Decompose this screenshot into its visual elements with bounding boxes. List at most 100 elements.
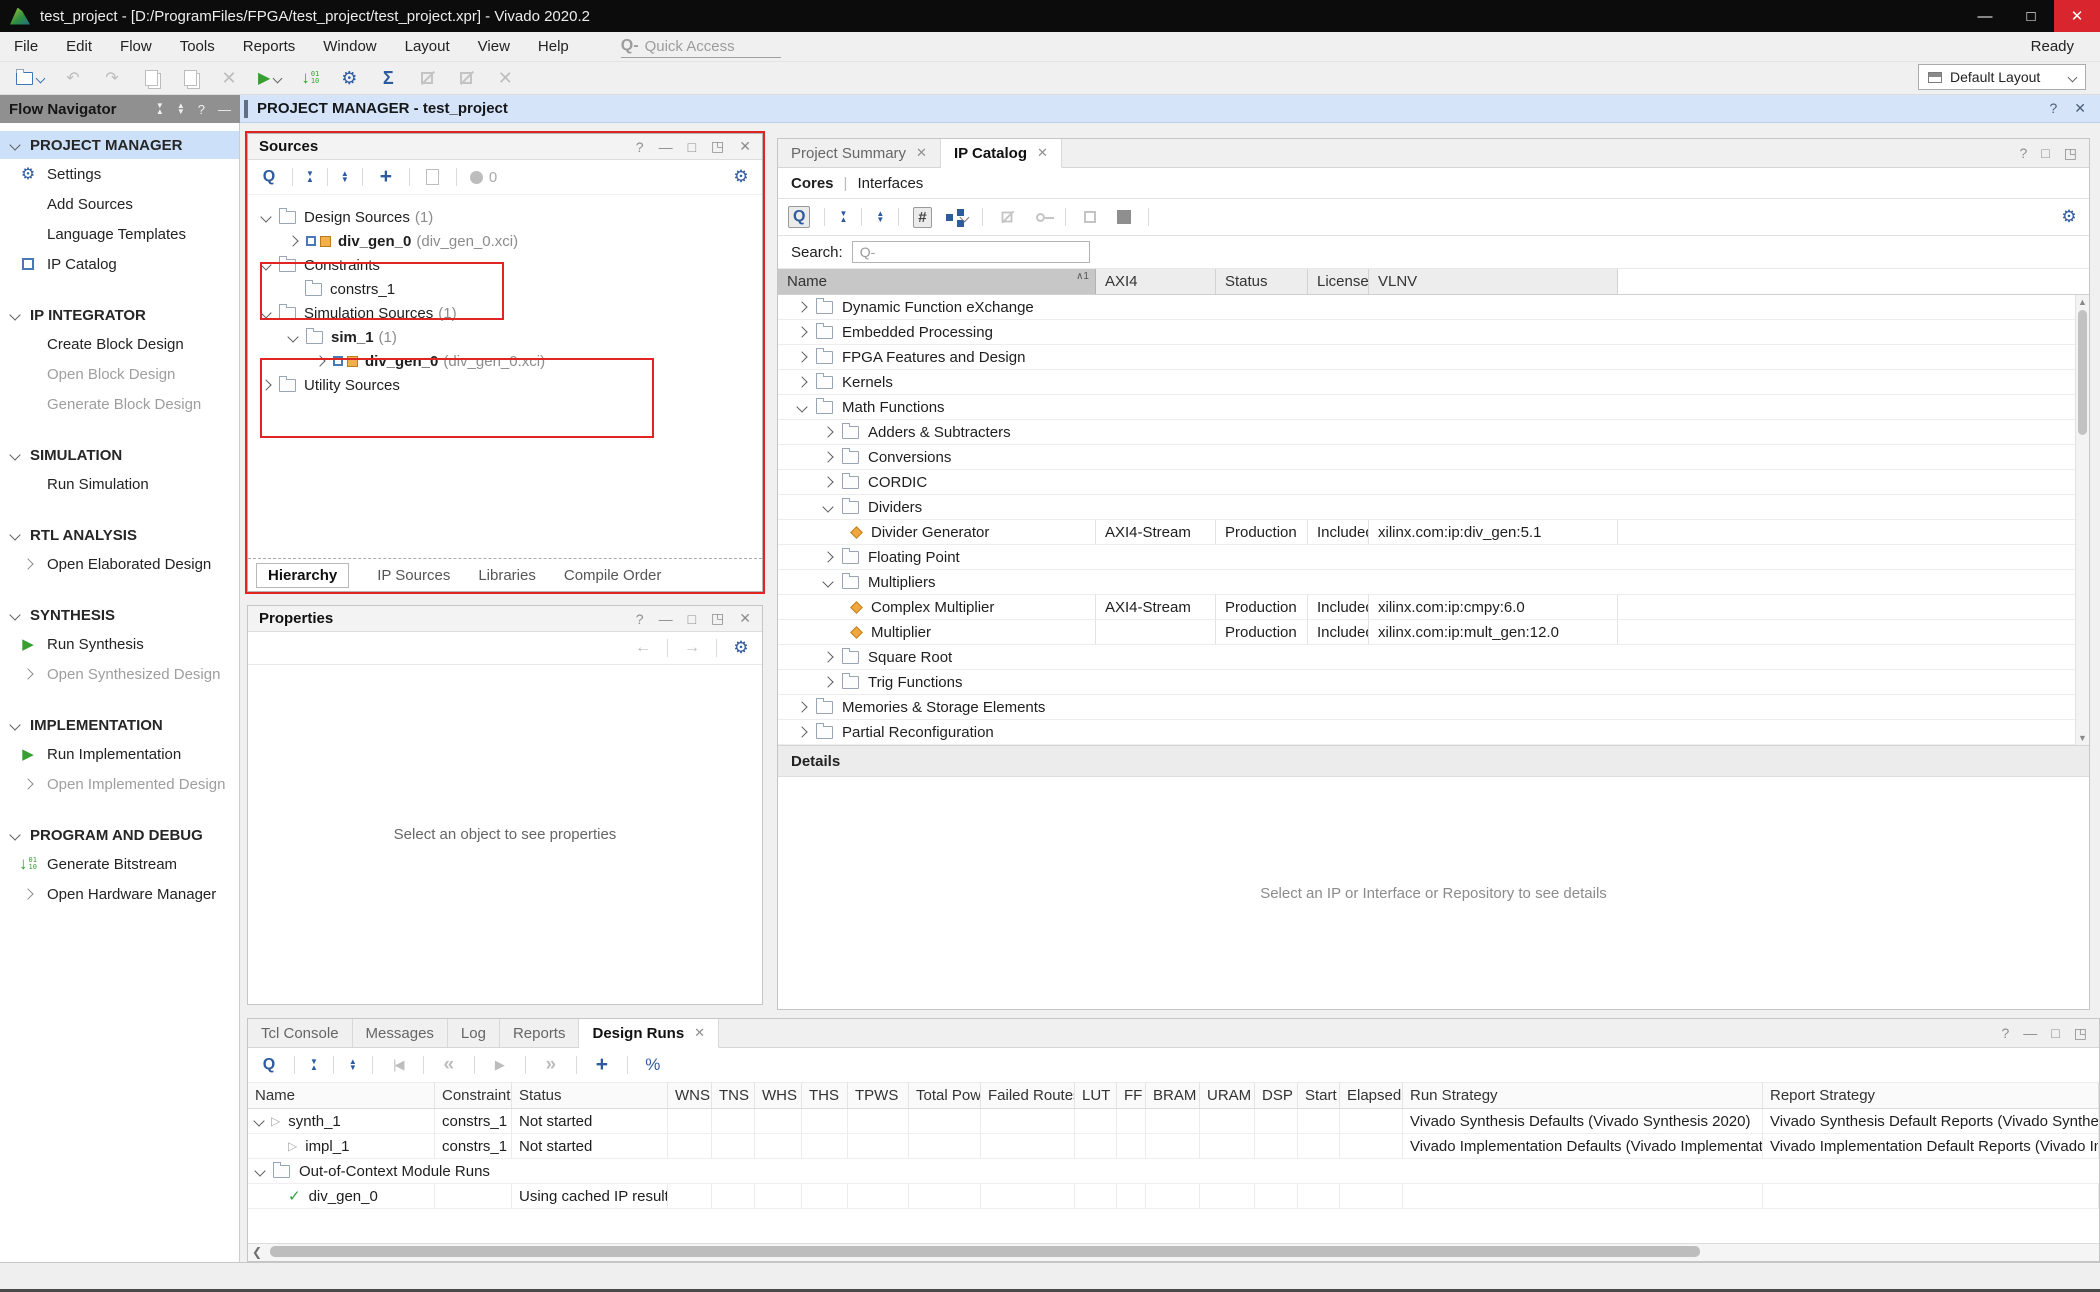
close-panel-icon[interactable]: ✕ [739, 610, 751, 627]
scrollbar-thumb[interactable] [2078, 310, 2087, 435]
table-row-impl-1[interactable]: ▷impl_1 constrs_1 Not started Vivado Imp… [248, 1134, 2099, 1159]
menu-layout[interactable]: Layout [391, 38, 464, 55]
float-panel-icon[interactable]: ◳ [711, 138, 724, 155]
float-panel-icon[interactable]: ◳ [711, 610, 724, 627]
column-header[interactable]: TPWS [848, 1083, 909, 1108]
float-panel-icon[interactable]: ◳ [2064, 145, 2077, 162]
subtab-cores[interactable]: Cores [791, 175, 834, 192]
tab-libraries[interactable]: Libraries [478, 567, 536, 584]
search-icon[interactable]: Q [788, 206, 810, 228]
tab-ip-sources[interactable]: IP Sources [377, 567, 450, 584]
maximize-panel-icon[interactable]: □ [688, 139, 696, 155]
settings-gear-icon[interactable]: ⚙ [731, 166, 751, 188]
timing-disabled-icon[interactable] [417, 67, 437, 89]
generate-bitstream-toolbar-icon[interactable]: ↓ 0110 [300, 67, 320, 89]
layout-selector[interactable]: Default Layout [1918, 64, 2086, 90]
tree-row-div-gen-0[interactable]: div_gen_0(div_gen_0.xci) [248, 229, 762, 253]
sidebar-item-run-implementation[interactable]: ▶Run Implementation [0, 739, 239, 769]
column-header[interactable]: WHS [755, 1083, 802, 1108]
sidebar-item-open-block-design[interactable]: Open Block Design [0, 359, 239, 389]
delete-icon[interactable]: ✕ [219, 67, 239, 89]
copy-icon[interactable] [141, 67, 161, 89]
ip-category-row[interactable]: Floating Point [778, 545, 2089, 570]
column-header[interactable]: Constraints [435, 1083, 512, 1108]
skip-to-start-icon[interactable]: |◀ [388, 1054, 408, 1076]
minimize-panel-icon[interactable]: — [218, 102, 231, 117]
table-row-div-gen-0[interactable]: ✓div_gen_0 Using cached IP results [248, 1184, 2099, 1209]
expand-all-icon[interactable]: ▲▼ [177, 103, 185, 115]
sigma-report-icon[interactable]: Σ [378, 67, 398, 89]
tab-design-runs[interactable]: Design Runs✕ [579, 1019, 719, 1048]
tree-row-utility-sources[interactable]: Utility Sources [248, 373, 762, 397]
expand-all-icon[interactable]: ▲▼ [876, 211, 884, 223]
column-header[interactable]: LUT [1075, 1083, 1117, 1108]
paste-icon[interactable] [180, 67, 200, 89]
ip-category-row[interactable]: Adders & Subtracters [778, 420, 2089, 445]
sidebar-section-program-and-debug[interactable]: PROGRAM AND DEBUG [0, 821, 239, 849]
scrollbar-thumb[interactable] [270, 1246, 1700, 1257]
column-header[interactable]: DSP [1255, 1083, 1298, 1108]
sidebar-item-create-block-design[interactable]: Create Block Design [0, 329, 239, 359]
column-header-status[interactable]: Status [1216, 269, 1308, 294]
ip-category-row[interactable]: Kernels [778, 370, 2089, 395]
column-header[interactable]: Failed Routes [981, 1083, 1075, 1108]
ip-category-row[interactable]: Square Root [778, 645, 2089, 670]
sidebar-item-open-implemented-design[interactable]: Open Implemented Design [0, 769, 239, 799]
tab-project-summary[interactable]: Project Summary✕ [778, 139, 941, 167]
license-key-icon[interactable] [1031, 206, 1051, 228]
stop-icon[interactable] [1114, 206, 1134, 228]
ip-category-row[interactable]: Trig Functions [778, 670, 2089, 695]
tab-log[interactable]: Log [448, 1019, 500, 1047]
tab-hierarchy[interactable]: Hierarchy [256, 563, 349, 588]
maximize-panel-icon[interactable]: □ [2051, 1025, 2059, 1041]
tree-row-sim-div-gen-0[interactable]: div_gen_0(div_gen_0.xci) [248, 349, 762, 373]
menu-flow[interactable]: Flow [106, 38, 166, 55]
minimize-panel-icon[interactable]: — [2023, 1025, 2037, 1041]
ip-core-row-complex-multiplier[interactable]: Complex Multiplier AXI4-Stream Productio… [778, 595, 2089, 620]
search-icon[interactable]: Q [259, 166, 279, 188]
menu-file[interactable]: File [0, 38, 52, 55]
vertical-scrollbar[interactable]: ▲ ▼ [2075, 295, 2089, 745]
close-tab-icon[interactable]: ✕ [1037, 145, 1048, 161]
step-back-icon[interactable]: « [439, 1054, 459, 1076]
back-arrow-icon[interactable]: ← [633, 637, 653, 659]
collapse-all-icon[interactable]: ▼▲ [306, 171, 314, 183]
column-header[interactable]: Run Strategy [1403, 1083, 1763, 1108]
minimize-panel-icon[interactable]: — [659, 611, 673, 627]
tree-row-constrs-1[interactable]: constrs_1 [248, 277, 762, 301]
close-button[interactable]: ✕ [2054, 0, 2100, 32]
add-sources-button[interactable]: + [376, 166, 396, 188]
column-header[interactable]: FF [1117, 1083, 1146, 1108]
sidebar-item-generate-block-design[interactable]: Generate Block Design [0, 389, 239, 419]
search-icon[interactable]: Q [259, 1054, 279, 1076]
close-tab-icon[interactable]: ✕ [694, 1025, 705, 1041]
create-runs-button[interactable]: + [592, 1054, 612, 1076]
ip-category-row[interactable]: Dynamic Function eXchange [778, 295, 2089, 320]
ip-category-row[interactable]: FPGA Features and Design [778, 345, 2089, 370]
tab-messages[interactable]: Messages [353, 1019, 448, 1047]
close-panel-icon[interactable]: ✕ [739, 138, 751, 155]
menu-tools[interactable]: Tools [166, 38, 229, 55]
menu-edit[interactable]: Edit [52, 38, 106, 55]
ip-category-row[interactable]: Dividers [778, 495, 2089, 520]
forward-arrow-icon[interactable]: → [682, 637, 702, 659]
horizontal-scrollbar[interactable]: ❮ [248, 1243, 2099, 1261]
column-header[interactable]: THS [802, 1083, 848, 1108]
sidebar-section-synthesis[interactable]: SYNTHESIS [0, 601, 239, 629]
run-button[interactable]: ▶ [258, 67, 281, 89]
ip-category-row[interactable]: Multipliers [778, 570, 2089, 595]
column-header[interactable]: Name [248, 1083, 435, 1108]
sidebar-section-implementation[interactable]: IMPLEMENTATION [0, 711, 239, 739]
maximize-panel-icon[interactable]: □ [688, 611, 696, 627]
maximize-panel-icon[interactable]: □ [2041, 145, 2049, 161]
sidebar-item-add-sources[interactable]: Add Sources [0, 189, 239, 219]
scroll-left-icon[interactable]: ❮ [252, 1244, 262, 1260]
table-row-synth-1[interactable]: ▷synth_1 constrs_1 Not started Vivado Sy… [248, 1109, 2099, 1134]
help-icon[interactable]: ? [636, 611, 644, 627]
column-header[interactable]: Total Power [909, 1083, 981, 1108]
column-header[interactable]: BRAM [1146, 1083, 1200, 1108]
menu-view[interactable]: View [464, 38, 524, 55]
help-icon[interactable]: ? [2002, 1025, 2010, 1041]
chip-disabled-icon[interactable] [1080, 206, 1100, 228]
customize-ip-disabled-icon[interactable] [997, 206, 1017, 228]
